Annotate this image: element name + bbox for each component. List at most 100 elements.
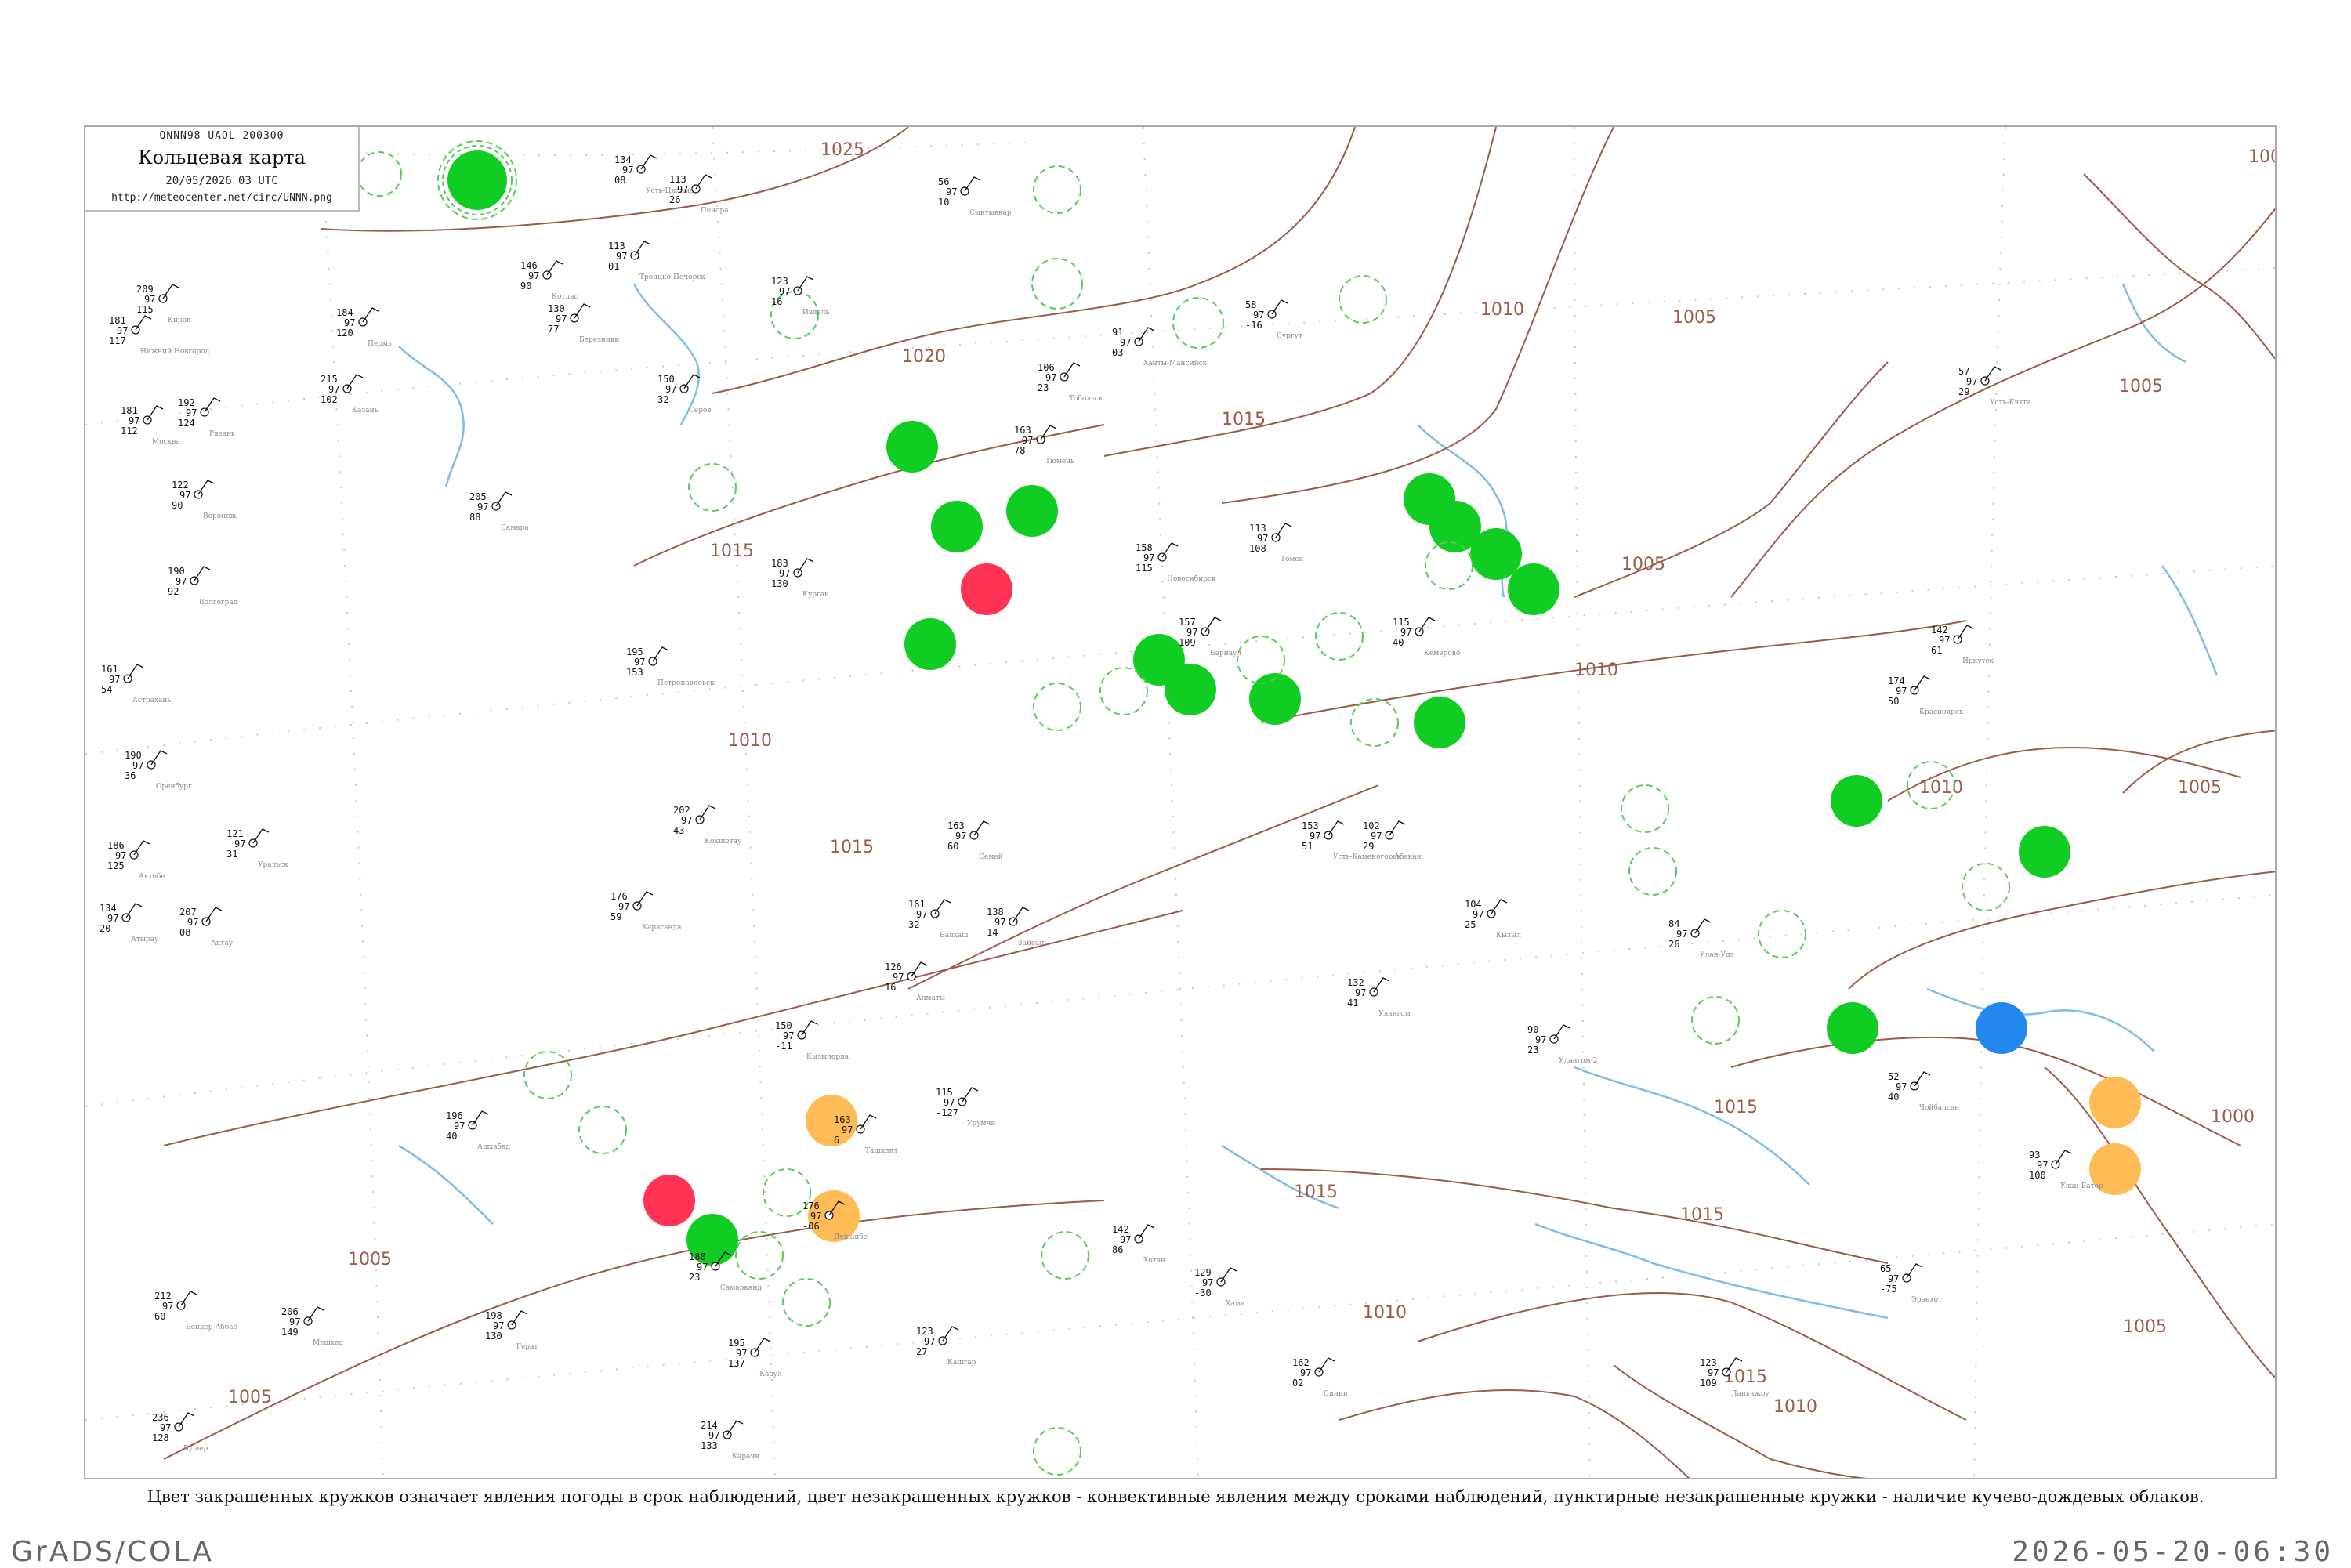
station-plot[interactable]: 11597-127 Урумчи [936, 1087, 996, 1128]
station-name: Караганда [642, 924, 682, 932]
station-plot[interactable]: 1769759 Караганда [610, 891, 682, 932]
station-plot[interactable]: 18497120 Пермь [336, 307, 392, 348]
station-name: Печора [701, 207, 729, 215]
station-plot[interactable]: 1219731 Уральск [226, 828, 288, 869]
station-plot[interactable]: 5897-16 Сургут [1245, 299, 1302, 340]
phenomenon-green [904, 618, 956, 670]
station-plot[interactable]: 6597-75 Эрэнхот [1880, 1263, 1942, 1304]
station-plot[interactable]: 21597102 Казань [321, 374, 379, 415]
station-code: 97 [955, 831, 966, 842]
station-dew: 115 [136, 304, 154, 315]
station-code: 97 [1371, 831, 1382, 842]
station-plot[interactable]: 18697125 Актобе [107, 840, 165, 881]
station-dew: 32 [657, 394, 668, 405]
station-dew: 61 [1931, 645, 1942, 656]
station-plot[interactable]: 579729 Усть-Кяхта [1958, 366, 2031, 407]
weather-map[interactable]: 1025 1020 1015 1015 1015 1015 1015 1015 … [85, 127, 2277, 1479]
station-code: 97 [779, 286, 790, 297]
station-plot[interactable]: 2029743 Кокшетау [673, 805, 742, 846]
station-plot[interactable]: 1639778 Тюмень [1014, 425, 1074, 465]
station-plot[interactable]: 1629702 Синин [1292, 1357, 1348, 1398]
station-plot[interactable]: 1159740 Кемерово [1393, 617, 1460, 657]
station-plot[interactable]: 1429786 Хотан [1112, 1224, 1165, 1265]
station-code: 97 [1896, 1081, 1907, 1092]
station-plot[interactable]: 1069723 Тобольск [1038, 362, 1103, 403]
station-plot[interactable]: 11397108 Томск [1249, 523, 1303, 563]
station-plot[interactable]: 18397130 Курган [771, 558, 829, 599]
station-plot[interactable]: 1909736 Оренбург [125, 750, 192, 791]
station-dew: 92 [168, 586, 179, 597]
station-plot[interactable]: 12997-30 Хами [1194, 1267, 1245, 1308]
station-plot[interactable]: 1269716 Алматы [885, 961, 945, 1002]
station-plot[interactable]: 2079708 Актау [179, 907, 234, 947]
station-plot[interactable]: 18197117 Нижний Новгород [109, 315, 210, 356]
station-plot[interactable]: 1349720 Атырау [100, 903, 159, 943]
station-plot[interactable]: 1469790 Котлас [520, 260, 578, 301]
station-plot[interactable]: 1509732 Серов [657, 374, 711, 415]
station-dew: -75 [1880, 1284, 1897, 1295]
isobar-label: 1020 [902, 347, 946, 367]
station-temp: 90 [1527, 1024, 1538, 1035]
station-temp: 91 [1112, 327, 1123, 338]
station-code: 97 [289, 1316, 300, 1327]
station-temp: 163 [947, 820, 965, 831]
station-plot[interactable]: 1239727 Кашгар [916, 1326, 976, 1367]
station-name: Усть-Кяхта [1990, 399, 2031, 407]
station-code: 97 [162, 1301, 173, 1312]
isobar-label: 1005 [2119, 377, 2163, 397]
station-temp: 150 [775, 1020, 792, 1031]
station-plot[interactable]: 1429761 Иркутск [1931, 625, 1994, 665]
station-temp: 130 [548, 303, 565, 314]
station-plot[interactable]: 19897130 Герат [485, 1310, 538, 1351]
station-plot[interactable]: 20997115 Киров [136, 284, 190, 324]
station-plot[interactable]: 19597137 Кабул [728, 1338, 782, 1378]
station-plot[interactable]: 23697128 Бушер [152, 1412, 208, 1453]
map-url[interactable]: http://meteocenter.net/circ/UNNN.png [85, 192, 358, 204]
station-dew: 16 [885, 982, 896, 993]
station-plot[interactable]: 1229790 Воронеж [172, 480, 237, 520]
station-plot[interactable]: 163976 Ташкент [834, 1114, 898, 1155]
station-code: 97 [779, 568, 790, 579]
station-name: Котлас [552, 293, 578, 301]
station-plot[interactable]: 20697149 Мешхед [281, 1306, 343, 1347]
station-dew: 16 [771, 296, 782, 307]
station-plot[interactable]: 1049725 Кызыл [1465, 899, 1521, 940]
station-plot[interactable]: 2129760 Бендер-Аббас [154, 1291, 237, 1331]
station-name: Курган [802, 591, 829, 599]
station-plot[interactable]: 529740 Чойбалсан [1888, 1071, 1959, 1112]
station-plot[interactable]: 1539751Усть-Каменогорск [1302, 820, 1401, 861]
station-plot[interactable]: 15797109 Барнаул [1179, 617, 1241, 657]
station-plot[interactable]: 909723 Улангом-2 [1527, 1024, 1598, 1065]
station-plot[interactable]: 569710 Сыктывкар [938, 176, 1012, 217]
station-plot[interactable]: 1749750 Красноярск [1888, 675, 1964, 716]
station-code: 97 [176, 576, 187, 587]
station-dew: 10 [938, 197, 949, 208]
station-plot[interactable]: 1619732 Балхаш [908, 899, 969, 940]
station-temp: 202 [673, 805, 690, 816]
station-plot[interactable]: 1639760 Семей [947, 820, 1003, 861]
station-plot[interactable]: 1969740 Ашхабад [446, 1110, 510, 1151]
station-code: 97 [2037, 1160, 2048, 1171]
station-plot[interactable]: 15097-11 Кызылорда [775, 1020, 849, 1061]
station-plot[interactable]: 15897115 Новосибирск [1136, 542, 1216, 583]
station-code: 97 [1896, 686, 1907, 697]
station-name: Синин [1324, 1390, 1348, 1398]
isobar-label: 1005 [348, 1250, 392, 1269]
station-dew: -06 [802, 1221, 820, 1232]
station-plot[interactable]: 849726 Улан-Удэ [1668, 918, 1734, 959]
station-plot[interactable]: 1909792 Волгоград [168, 566, 238, 607]
station-plot[interactable]: 2059788 Самара [469, 491, 529, 532]
station-plot[interactable]: 18197112 Москва [121, 405, 180, 446]
station-plot[interactable]: 19597153 Петропавловск [626, 646, 715, 687]
station-plot[interactable]: 1329741 Улангом [1347, 977, 1411, 1018]
isobar-label: 1010 [1363, 1303, 1407, 1323]
station-name: Актобе [139, 872, 165, 881]
station-temp: 123 [1700, 1357, 1717, 1368]
station-plot[interactable]: 21497133 Карачи [701, 1420, 759, 1461]
station-plot[interactable]: 19297124 Рязань [178, 397, 235, 438]
station-plot[interactable]: 1619754 Астрахань [101, 664, 171, 704]
station-plot[interactable]: 1309777 Березники [548, 303, 620, 344]
station-name: Астрахань [132, 697, 171, 704]
station-plot[interactable]: 1139701 Троицко-Печорск [608, 241, 705, 281]
station-plot[interactable]: 1239716 Ивдель [771, 276, 830, 317]
